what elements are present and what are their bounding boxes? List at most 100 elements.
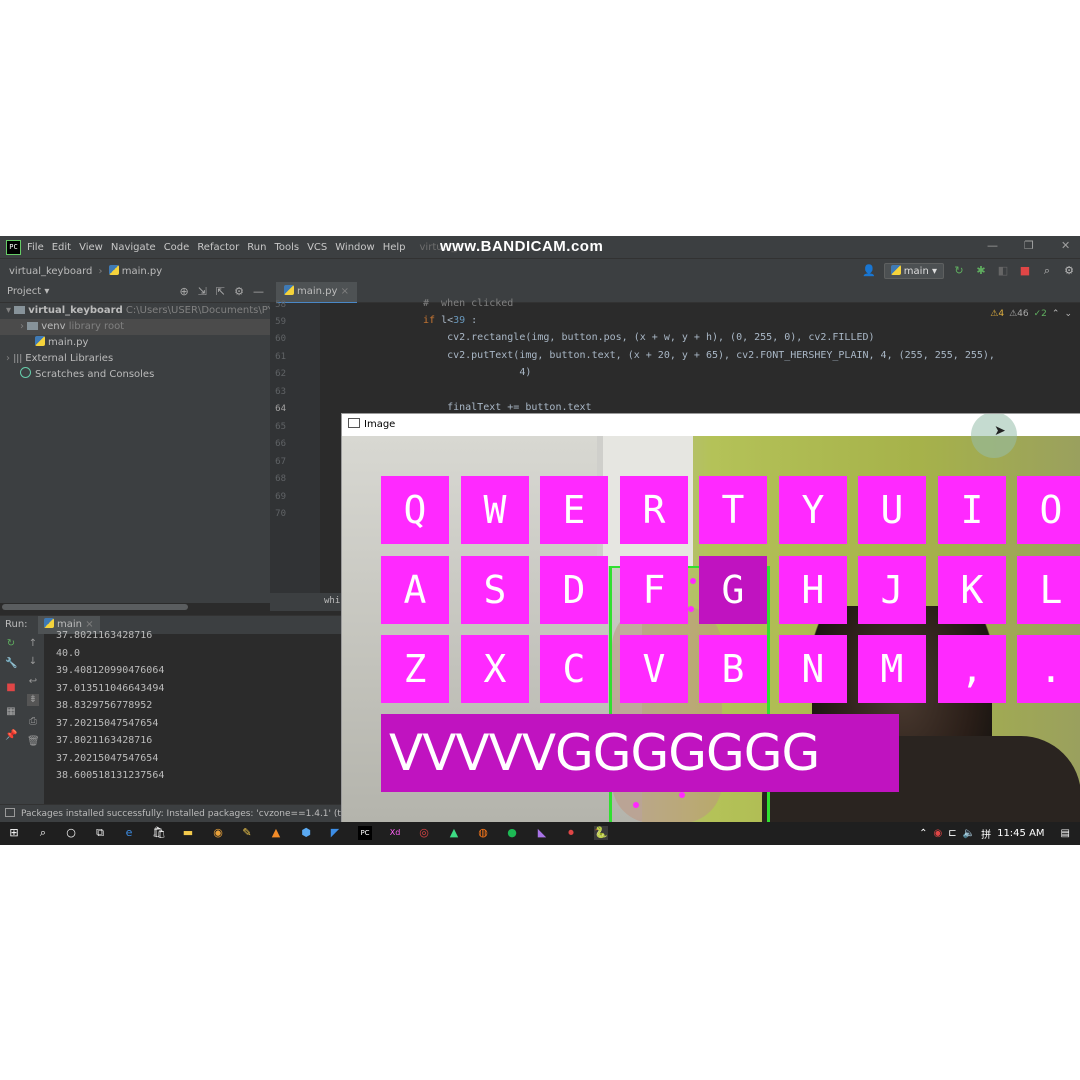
visual-studio-icon[interactable]: ◣	[535, 826, 549, 840]
key-y[interactable]: Y	[779, 476, 847, 544]
key-f[interactable]: F	[620, 556, 688, 624]
menu-navigate[interactable]: Navigate	[111, 242, 156, 253]
inspection-widget[interactable]: ⚠4 ⚠46 ✓2 ⌃ ⌄	[990, 309, 1072, 319]
trash-icon[interactable]: 🗑	[27, 736, 40, 748]
store-icon[interactable]: 🛍	[152, 826, 166, 840]
key-d[interactable]: D	[540, 556, 608, 624]
menu-vcs[interactable]: VCS	[307, 242, 327, 253]
pin-icon[interactable]: 📌	[5, 730, 17, 742]
key-t[interactable]: T	[699, 476, 767, 544]
wrench-icon[interactable]: 🔧	[5, 658, 17, 670]
search-icon[interactable]: ⌕	[1040, 264, 1054, 278]
status-text[interactable]: Packages installed successfully: Install…	[21, 809, 342, 819]
edge-icon[interactable]: e	[122, 826, 136, 840]
firefox-icon[interactable]: ◍	[476, 826, 490, 840]
user-icon[interactable]: 👤	[862, 264, 876, 278]
key-comma[interactable]: ,	[938, 635, 1006, 703]
key-k[interactable]: K	[938, 556, 1006, 624]
tree-item-main-py[interactable]: main.py	[35, 335, 88, 351]
rerun-icon[interactable]: ↻	[5, 638, 17, 650]
vscode-icon[interactable]: ◤	[328, 826, 342, 840]
key-h[interactable]: H	[779, 556, 847, 624]
close-icon[interactable]: ✕	[1061, 239, 1070, 252]
arrow-down-icon[interactable]: ↓	[27, 656, 39, 668]
bandicam-icon[interactable]: ⏺	[564, 826, 578, 840]
tree-item-external-libraries[interactable]: › ||| External Libraries	[6, 351, 113, 367]
menu-help[interactable]: Help	[383, 242, 406, 253]
key-o[interactable]: O	[1017, 476, 1080, 544]
menu-refactor[interactable]: Refactor	[197, 242, 239, 253]
key-b[interactable]: B	[699, 635, 767, 703]
image-window-titlebar[interactable]: Image	[342, 414, 1080, 436]
menu-tools[interactable]: Tools	[274, 242, 299, 253]
menu-code[interactable]: Code	[164, 242, 190, 253]
tab-main-py[interactable]: main.py ×	[276, 282, 358, 304]
cortana-icon[interactable]: ○	[64, 826, 78, 840]
hide-icon[interactable]: —	[253, 285, 264, 298]
menu-file[interactable]: File	[27, 242, 44, 253]
key-i[interactable]: I	[938, 476, 1006, 544]
settings-icon[interactable]: ⚙	[234, 285, 244, 298]
key-a[interactable]: A	[381, 556, 449, 624]
key-period[interactable]: .	[1017, 635, 1080, 703]
clock[interactable]: 11:45 AM	[997, 828, 1044, 839]
key-g[interactable]: G	[699, 556, 767, 624]
windows-start-icon[interactable]: ⊞	[7, 826, 21, 840]
minimize-icon[interactable]: —	[987, 239, 998, 252]
menu-window[interactable]: Window	[335, 242, 374, 253]
project-panel-title[interactable]: Project ▾	[7, 286, 49, 297]
task-view-icon[interactable]: ⧉	[93, 826, 107, 840]
menu-edit[interactable]: Edit	[52, 242, 71, 253]
key-u[interactable]: U	[858, 476, 926, 544]
key-c[interactable]: C	[540, 635, 608, 703]
key-v[interactable]: V	[620, 635, 688, 703]
tree-item-venv[interactable]: › venv library root	[0, 319, 270, 335]
pycharm-icon[interactable]: PC	[358, 826, 372, 840]
key-e[interactable]: E	[540, 476, 608, 544]
debug-icon[interactable]: ✱	[974, 264, 988, 278]
console-output[interactable]: 37.8021163428716 40.0 39.408120990476064…	[44, 630, 342, 804]
tree-item-project[interactable]: ▾ virtual_keyboard C:\Users\USER\Documen…	[6, 303, 308, 319]
maximize-icon[interactable]: ❐	[1024, 239, 1034, 252]
collapse-all-icon[interactable]: ⇱	[216, 285, 225, 298]
print-icon[interactable]: ⎙	[27, 716, 39, 728]
key-q[interactable]: Q	[381, 476, 449, 544]
adobe-xd-icon[interactable]: Xd	[388, 826, 402, 840]
android-studio-icon[interactable]: ▲	[447, 826, 461, 840]
box-app-icon[interactable]: ⬢	[299, 826, 313, 840]
rerun-icon[interactable]: ↻	[952, 264, 966, 278]
record-app-icon[interactable]: ◎	[417, 826, 431, 840]
pen-app-icon[interactable]: ✎	[240, 826, 254, 840]
menu-run[interactable]: Run	[247, 242, 266, 253]
language-icon[interactable]: 拼	[981, 826, 991, 841]
chevron-up-icon[interactable]: ⌃	[1052, 309, 1060, 319]
gear-icon[interactable]: ⚙	[1062, 264, 1076, 278]
key-s[interactable]: S	[461, 556, 529, 624]
vlc-icon[interactable]: ▲	[269, 826, 283, 840]
key-j[interactable]: J	[858, 556, 926, 624]
soft-wrap-icon[interactable]: ↩	[27, 676, 39, 688]
file-explorer-icon[interactable]: ▬	[181, 826, 195, 840]
chrome-icon[interactable]: ◉	[211, 826, 225, 840]
record-tray-icon[interactable]: ◉	[934, 828, 943, 839]
stop-icon[interactable]: ■	[1018, 264, 1032, 278]
status-panel-icon[interactable]	[5, 808, 15, 817]
editor-breadcrumb-text[interactable]: whi	[324, 596, 340, 606]
stop-icon[interactable]: ■	[5, 682, 17, 694]
spotify-icon[interactable]: ●	[505, 826, 519, 840]
notifications-icon[interactable]: ▤	[1061, 828, 1070, 839]
layout-icon[interactable]: ▦	[5, 706, 17, 718]
project-scrollbar[interactable]	[2, 604, 188, 610]
volume-icon[interactable]: 🔈	[963, 828, 975, 839]
key-l[interactable]: L	[1017, 556, 1080, 624]
breadcrumb-file[interactable]: main.py	[122, 266, 162, 277]
breadcrumb-project[interactable]: virtual_keyboard	[9, 266, 92, 277]
key-z[interactable]: Z	[381, 635, 449, 703]
key-r[interactable]: R	[620, 476, 688, 544]
locate-icon[interactable]: ⊕	[179, 285, 188, 298]
key-w[interactable]: W	[461, 476, 529, 544]
menu-view[interactable]: View	[79, 242, 103, 253]
close-tab-icon[interactable]: ×	[341, 286, 349, 297]
chevron-down-icon[interactable]: ⌄	[1064, 309, 1072, 319]
key-n[interactable]: N	[779, 635, 847, 703]
